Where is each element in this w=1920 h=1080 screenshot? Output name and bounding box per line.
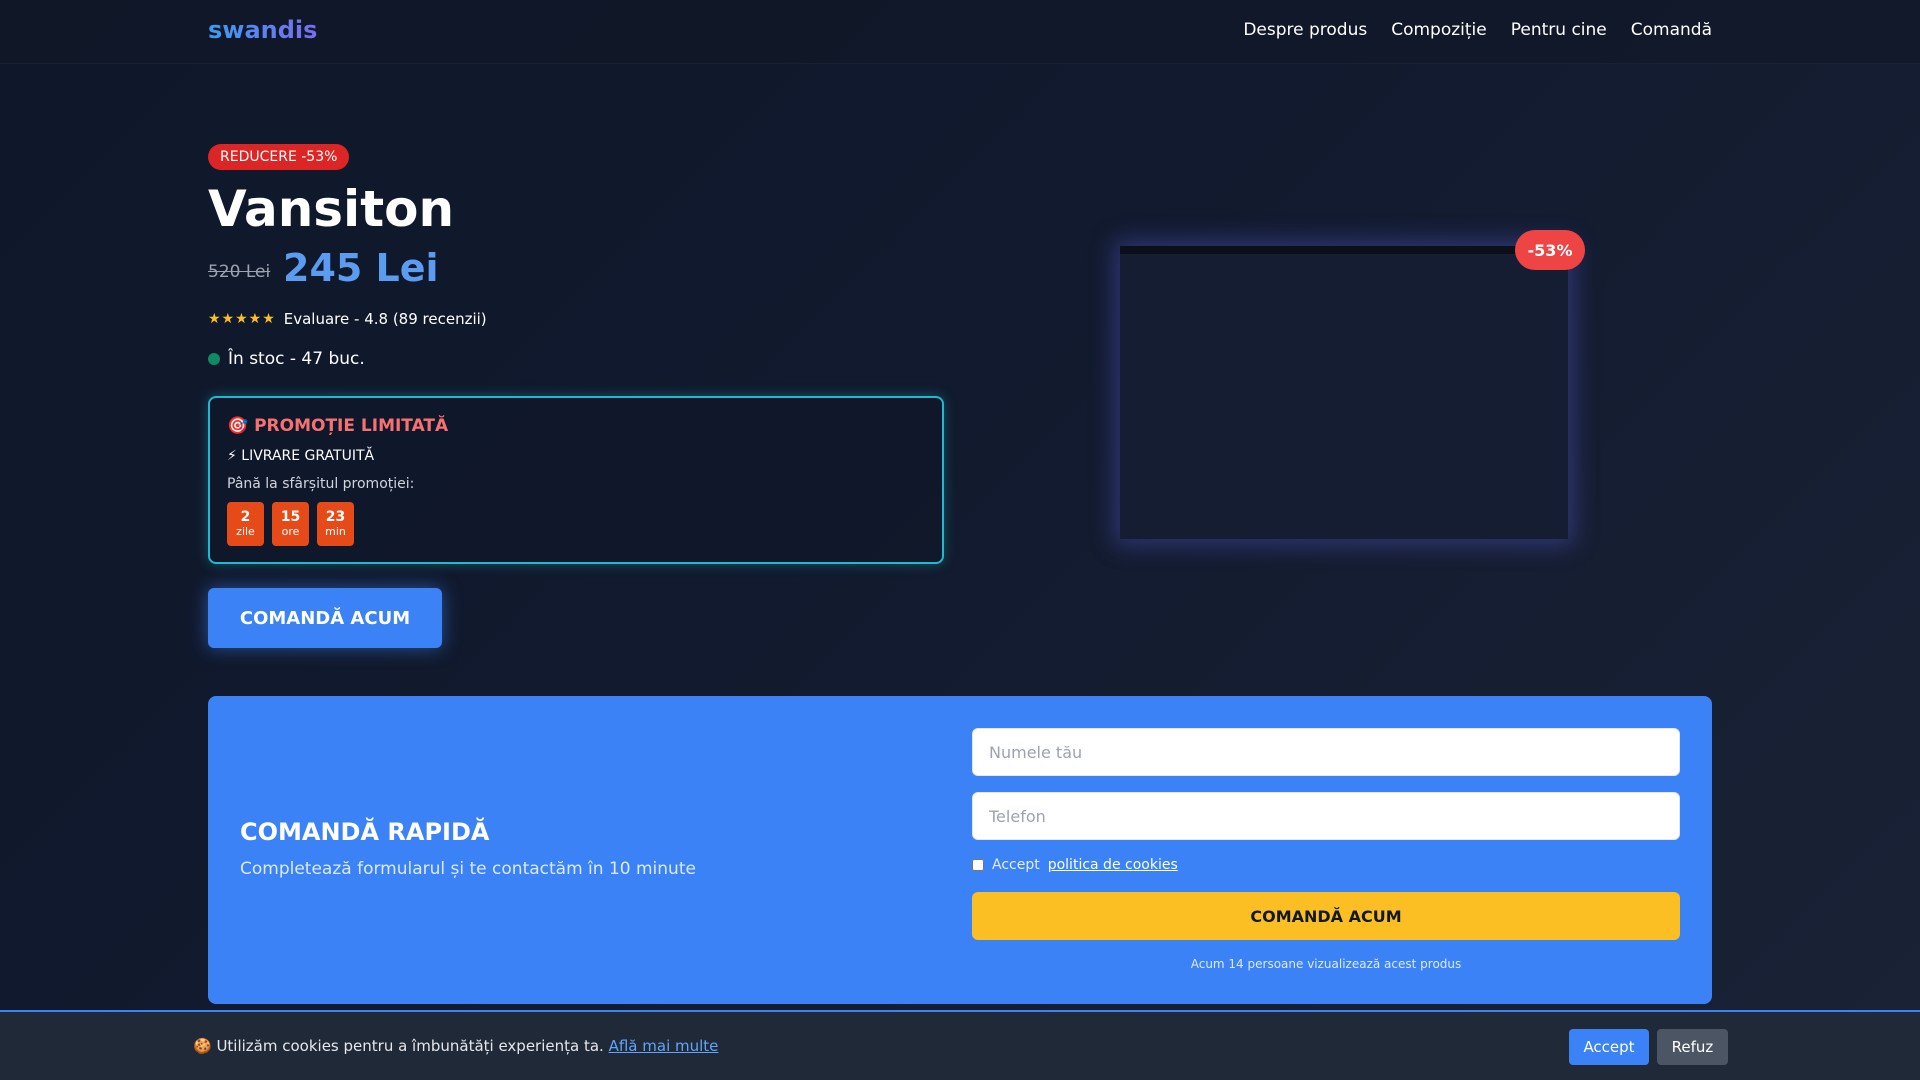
quick-order-subtitle: Completează formularul și te contactăm î… [240,859,696,879]
quick-order-form: COMANDĂ RAPIDĂ Completează formularul și… [208,696,1712,1004]
rating-text: Evaluare - 4.8 (89 recenzii) [283,310,487,328]
stock-text: În stoc - 47 buc. [228,349,365,369]
promo-until-label: Până la sfârșitul promoției: [227,476,415,492]
countdown-hours: 15 ore [272,502,309,546]
free-shipping-label: ⚡ LIVRARE GRATUITĂ [227,448,375,464]
nav-link-compozitie[interactable]: Compoziție [1391,20,1487,40]
name-input[interactable] [972,728,1680,776]
promo-title: 🎯 PROMOȚIE LIMITATĂ [227,416,449,436]
logo[interactable]: swandis [208,16,317,44]
cookie-policy-link[interactable]: politica de cookies [1048,857,1178,873]
old-price: 520 Lei [208,262,271,282]
promo-box: 🎯 PROMOȚIE LIMITATĂ ⚡ LIVRARE GRATUITĂ P… [208,396,944,564]
cookie-text-wrapper: 🍪 Utilizăm cookies pentru a îmbunătăți e… [193,1037,718,1055]
image-discount-badge: -53% [1515,230,1585,270]
nav-link-comanda[interactable]: Comandă [1631,20,1712,40]
countdown-days-unit: zile [236,525,255,538]
rating: ★★★★★ Evaluare - 4.8 (89 recenzii) [208,310,487,328]
new-price: 245 Lei [283,246,439,290]
stock-status: În stoc - 47 buc. [208,349,365,369]
nav-link-despre-produs[interactable]: Despre produs [1243,20,1367,40]
countdown: 2 zile 15 ore 23 min [227,502,354,546]
viewers-count: Acum 14 persoane vizualizează acest prod… [1190,957,1462,971]
quick-order-title: COMANDĂ RAPIDĂ [240,818,490,846]
countdown-days: 2 zile [227,502,264,546]
order-now-button[interactable]: COMANDĂ ACUM [208,588,442,648]
cookie-refuse-button[interactable]: Refuz [1657,1029,1728,1065]
cookie-consent: Accept politica de cookies [972,857,1178,873]
countdown-hours-value: 15 [280,509,301,525]
consent-prefix: Accept [992,857,1040,873]
site-header: swandis Despre produs Compoziție Pentru … [0,0,1920,64]
quick-order-submit-button[interactable]: COMANDĂ ACUM [972,892,1680,940]
product-title: Vansiton [208,180,455,238]
cookie-text: 🍪 Utilizăm cookies pentru a îmbunătăți e… [193,1037,604,1055]
star-rating-icon: ★★★★★ [208,311,276,327]
discount-badge: REDUCERE -53% [208,144,350,170]
cookie-bar: 🍪 Utilizăm cookies pentru a îmbunătăți e… [0,1010,1920,1080]
phone-input[interactable] [972,792,1680,840]
countdown-minutes-value: 23 [325,509,346,525]
countdown-hours-unit: ore [281,525,300,538]
countdown-minutes-unit: min [325,525,346,538]
cookie-consent-checkbox[interactable] [972,859,984,871]
main-nav: Despre produs Compoziție Pentru cine Com… [1243,20,1712,40]
stock-dot-icon [208,353,220,365]
product-image [1120,246,1568,539]
nav-link-pentru-cine[interactable]: Pentru cine [1511,20,1607,40]
cookie-accept-button[interactable]: Accept [1569,1029,1649,1065]
cookie-learn-more-link[interactable]: Află mai multe [609,1037,719,1055]
countdown-minutes: 23 min [317,502,354,546]
countdown-days-value: 2 [240,509,251,525]
